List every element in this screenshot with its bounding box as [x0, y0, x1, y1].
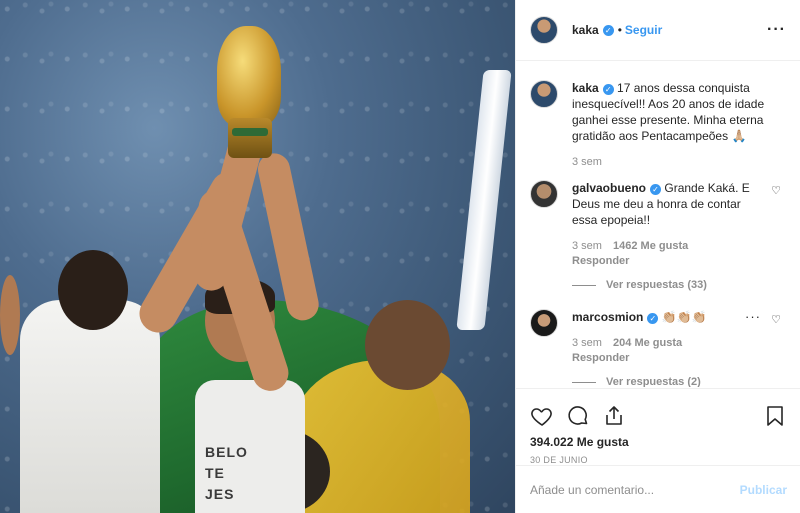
verified-icon: ✓ [602, 84, 614, 95]
bookmark-icon[interactable] [763, 404, 787, 428]
trophy-base [228, 118, 272, 158]
comment-username[interactable]: galvaobueno [572, 181, 646, 195]
caption-text-block: kaka ✓ 17 anos dessa conquista inesquecív… [572, 80, 768, 144]
shirt-lettering: BELO TE JES [205, 444, 248, 502]
more-options-icon[interactable]: ··· [767, 21, 786, 39]
comment-icon[interactable] [566, 404, 590, 428]
add-comment-input[interactable]: Añade un comentario... [530, 483, 654, 497]
share-icon[interactable] [602, 404, 626, 428]
post-date[interactable]: 30 DE JUNIO [530, 455, 787, 465]
replies-divider [572, 381, 596, 383]
publish-button[interactable]: Publicar [740, 483, 787, 497]
post-actions: 394.022 Me gusta 30 DE JUNIO [516, 388, 800, 465]
post-header: kaka ✓ • Seguir ··· [516, 0, 800, 61]
player-shirt-left [20, 300, 160, 513]
comment-likes[interactable]: 1462 Me gusta [613, 240, 688, 252]
comment-avatar[interactable] [530, 309, 558, 337]
comment-heart-icon[interactable]: ♡ [771, 184, 781, 197]
view-replies-button[interactable]: Ver respuestas (2) [572, 376, 768, 387]
comment-text-block: marcosmion ✓ 👏🏼👏🏼👏🏼 [572, 309, 768, 325]
caption-text: 17 anos dessa conquista inesquecível!! A… [572, 81, 765, 143]
comment-avatar[interactable] [530, 180, 558, 208]
verified-icon: ✓ [647, 313, 659, 324]
action-icons [530, 397, 787, 435]
comment-username[interactable]: marcosmion [572, 310, 643, 324]
caption: kaka ✓ 17 anos dessa conquista inesquecív… [530, 80, 787, 168]
author-avatar[interactable] [530, 16, 558, 44]
world-cup-trophy [217, 26, 281, 126]
caption-username[interactable]: kaka [572, 81, 599, 95]
verified-icon: ✓ [602, 24, 614, 36]
view-replies-label: Ver respuestas (33) [606, 279, 707, 291]
comment-meta: 3 sem 1462 Me gusta Responder [572, 240, 768, 267]
post-photo[interactable]: BELO TE JES [0, 0, 515, 513]
view-replies-button[interactable]: Ver respuestas (33) [572, 279, 768, 291]
caption-time[interactable]: 3 sem [572, 156, 768, 168]
heart-icon[interactable] [530, 404, 554, 428]
trophy-ring [232, 128, 268, 136]
comment-heart-icon[interactable]: ♡ [771, 313, 781, 326]
add-comment-bar: Añade un comentario... Publicar [516, 465, 800, 513]
author-username[interactable]: kaka [572, 23, 599, 37]
reply-button[interactable]: Responder [572, 352, 768, 364]
replies-divider [572, 284, 596, 286]
comment-text-block: galvaobueno ✓ Grande Kaká. E Deus me deu … [572, 180, 768, 228]
comment-time[interactable]: 3 sem [572, 337, 602, 349]
follow-button[interactable]: Seguir [625, 23, 662, 37]
player-head-edge [0, 275, 20, 355]
instagram-post: BELO TE JES kaka ✓ • Seguir ··· kaka ✓ 17… [0, 0, 800, 513]
player-head-left [58, 250, 128, 330]
comment-likes[interactable]: 204 Me gusta [613, 337, 682, 349]
comment-item: galvaobueno ✓ Grande Kaká. E Deus me deu … [530, 180, 787, 291]
verified-icon: ✓ [650, 184, 662, 195]
view-replies-label: Ver respuestas (2) [606, 376, 701, 387]
comment-item: marcosmion ✓ 👏🏼👏🏼👏🏼 3 sem 204 Me gusta Re… [530, 309, 787, 387]
post-sidebar: kaka ✓ • Seguir ··· kaka ✓ 17 anos dessa … [515, 0, 800, 513]
reply-button[interactable]: Responder [572, 255, 768, 267]
likes-count[interactable]: 394.022 Me gusta [530, 435, 787, 449]
comment-meta: 3 sem 204 Me gusta Responder [572, 337, 768, 364]
comment-time[interactable]: 3 sem [572, 240, 602, 252]
player-head-right [365, 300, 450, 390]
comments-section[interactable]: kaka ✓ 17 anos dessa conquista inesquecív… [516, 62, 800, 387]
comment-options-icon[interactable]: ··· [745, 309, 761, 324]
comment-text: 👏🏼👏🏼👏🏼 [661, 310, 707, 324]
header-separator: • [617, 23, 622, 37]
caption-avatar[interactable] [530, 80, 558, 108]
